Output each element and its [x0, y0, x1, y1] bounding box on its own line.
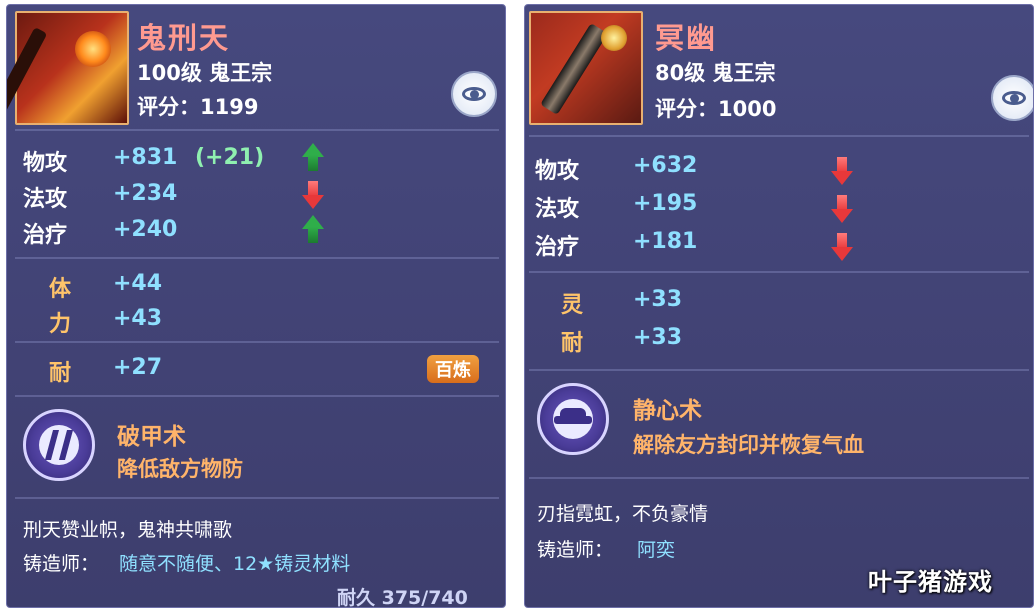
item-score: 评分：1199 — [137, 95, 259, 119]
stat-value: +632 — [633, 153, 698, 178]
item-level: 80级 鬼王宗 — [655, 61, 776, 85]
item-name: 冥幽 — [655, 21, 718, 55]
flavor-text: 刑天赞业帜，鬼神共啸歌 — [23, 519, 233, 541]
attr-label: 灵 — [561, 293, 584, 318]
arrow-up-icon — [302, 215, 324, 245]
weapon-image — [7, 11, 129, 125]
eye-icon[interactable] — [991, 75, 1033, 121]
divider — [529, 135, 1029, 137]
stat-label: 治疗 — [535, 235, 580, 260]
smith-value: 阿奕 — [637, 539, 676, 561]
skill-name: 静心术 — [633, 398, 702, 424]
flavor-text: 刃指霓虹，不负豪情 — [537, 503, 709, 525]
stat-label: 法攻 — [23, 187, 68, 212]
stat-label: 法攻 — [535, 197, 580, 222]
attr-value: +44 — [113, 271, 163, 296]
arrow-down-icon — [302, 181, 324, 211]
item-score: 评分：1000 — [655, 97, 777, 121]
attr-value: +33 — [633, 325, 683, 350]
equipment-card-right: 冥幽 80级 鬼王宗 评分：1000 物攻 +632 法攻 +195 治疗 +1… — [524, 4, 1034, 608]
attr-value: +27 — [113, 355, 163, 380]
stat-value: +234 — [113, 181, 178, 206]
skill-name: 破甲术 — [117, 424, 186, 450]
stat-value: +181 — [633, 229, 698, 254]
attr-label: 耐 — [49, 361, 72, 386]
arrow-down-icon — [831, 195, 853, 225]
eye-pupil — [470, 90, 479, 99]
attr-value: +33 — [633, 287, 683, 312]
divider — [15, 341, 499, 343]
smith-label: 铸造师： — [23, 553, 100, 575]
attr-label: 力 — [49, 312, 72, 337]
weapon-blade-shape — [7, 27, 48, 119]
weapon-gem-shape — [75, 31, 111, 67]
divider — [529, 369, 1029, 371]
item-name: 鬼刑天 — [137, 21, 231, 55]
attr-label: 耐 — [561, 331, 584, 356]
weapon-image — [529, 11, 643, 125]
divider — [15, 257, 499, 259]
eye-icon[interactable] — [451, 71, 497, 117]
divider — [15, 395, 499, 397]
stat-label: 物攻 — [535, 159, 580, 184]
smith-value: 随意不随便、12★铸灵材料 — [119, 553, 351, 575]
arrow-down-icon — [831, 233, 853, 263]
break-armor-skill-icon[interactable] — [23, 409, 95, 481]
equipment-card-left: 鬼刑天 100级 鬼王宗 评分：1199 物攻 +831 (+21) 法攻 +2… — [6, 4, 506, 608]
attr-value: +43 — [113, 306, 163, 331]
weapon-blade-shape — [540, 23, 608, 116]
durability: 耐久 375/740 — [337, 587, 468, 608]
calm-mind-skill-icon[interactable] — [537, 383, 609, 455]
eye-pupil — [1010, 94, 1019, 103]
item-level: 100级 鬼王宗 — [137, 61, 273, 85]
stat-label: 治疗 — [23, 223, 68, 248]
watermark: 叶子猪游戏 — [868, 568, 993, 596]
stat-value: +195 — [633, 191, 698, 216]
stat-label: 物攻 — [23, 151, 68, 176]
arrow-down-icon — [831, 157, 853, 187]
divider — [15, 497, 499, 499]
skill-description: 解除友方封印并恢复气血 — [633, 433, 864, 457]
divider — [529, 271, 1029, 273]
attr-label: 体 — [49, 277, 72, 302]
divider — [15, 129, 499, 131]
refine-badge: 百炼 — [427, 355, 479, 383]
stat-bonus: (+21) — [195, 145, 265, 170]
skill-description: 降低敌方物防 — [117, 457, 243, 481]
skill-icon-glyph — [554, 416, 592, 424]
stat-value: +240 — [113, 217, 178, 242]
divider — [529, 477, 1029, 479]
stat-value: +831 — [113, 145, 178, 170]
weapon-gem-shape — [601, 25, 627, 51]
smith-label: 铸造师： — [537, 539, 614, 561]
arrow-up-icon — [302, 143, 324, 173]
